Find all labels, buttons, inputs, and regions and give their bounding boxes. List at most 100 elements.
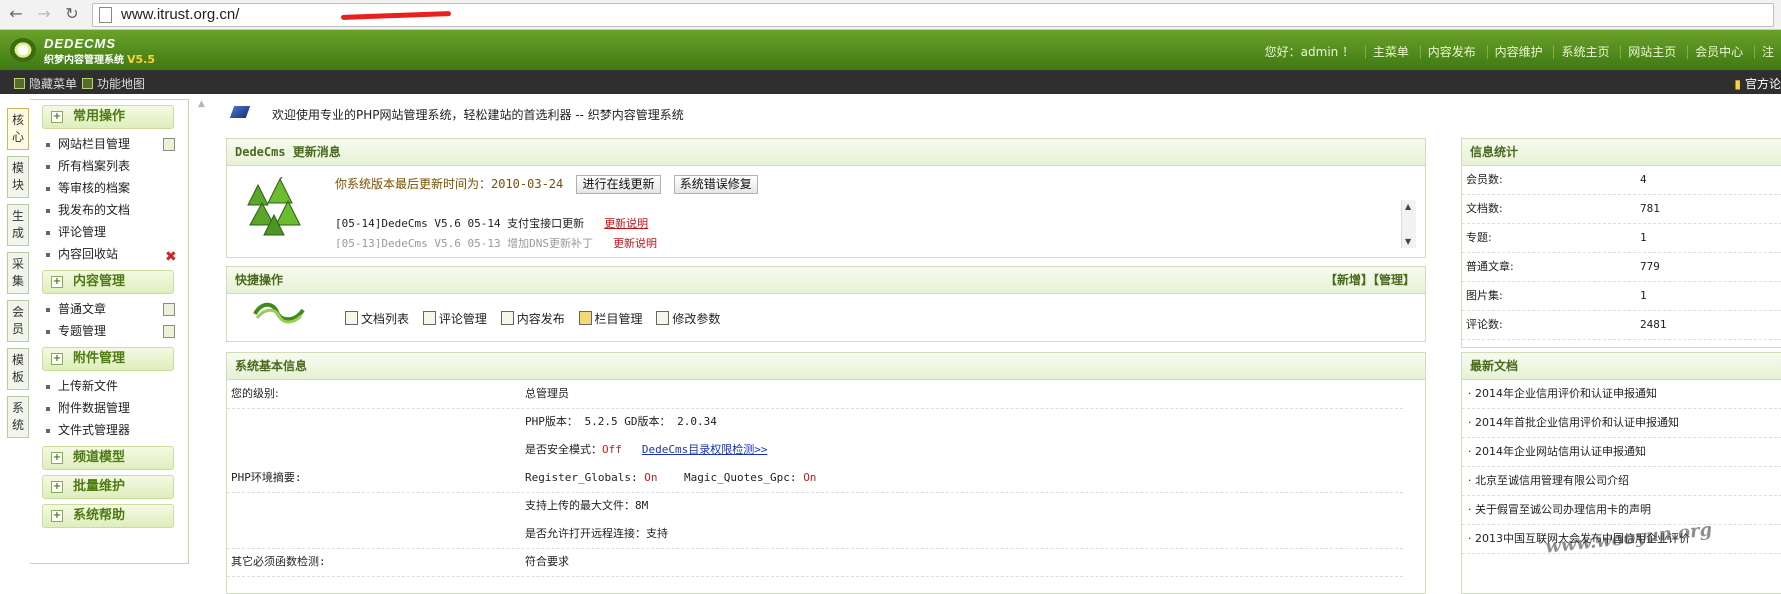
quick-link-doc-list[interactable]: 文档列表 [345, 311, 409, 326]
latest-docs-panel: 最新文档 · 2014年企业信用评价和认证申报通知 · 2014年首批企业信用评… [1461, 352, 1781, 594]
stat-galleries: 图片集: 1 [1462, 282, 1781, 311]
hide-menu-icon [14, 78, 25, 89]
online-update-button[interactable]: 进行在线更新 [576, 175, 661, 194]
redaction-mark [340, 11, 452, 20]
permission-check-link[interactable]: DedeCms目录权限检测>> [642, 443, 768, 456]
hide-menu-button[interactable]: 隐藏菜单 [14, 75, 77, 92]
forward-arrow-icon[interactable]: → [34, 4, 54, 24]
nav-member-center[interactable]: 会员中心 [1687, 45, 1751, 59]
menu-group-batch[interactable]: + 批量维护 [42, 475, 174, 499]
logo-version: V5.5 [127, 53, 155, 66]
quick-manage-link[interactable]: 【管理】 [1373, 273, 1415, 287]
add-icon[interactable] [163, 138, 175, 151]
update-panel-title: DedeCms 更新消息 [227, 139, 1425, 166]
scroll-down-icon[interactable]: ▼ [1405, 237, 1411, 246]
delete-icon[interactable]: ✖ [165, 246, 177, 268]
nav-main-menu[interactable]: 主菜单 [1364, 45, 1416, 59]
menu-item-pending-archives[interactable]: 等审核的档案 [46, 177, 188, 199]
tab-member[interactable]: 会员 [7, 300, 29, 342]
menu-item-column-manage[interactable]: 网站栏目管理 [46, 133, 188, 155]
site-map-button[interactable]: 功能地图 [82, 75, 145, 92]
info-row-safe-mode: 是否安全模式：Off DedeCms目录权限检测>> [525, 443, 768, 456]
browser-toolbar: ← → ↻ www.itrust.org.cn/ [0, 0, 1781, 30]
reload-icon[interactable]: ↻ [62, 4, 82, 24]
signal-icon: ▮ [1734, 77, 1741, 91]
menu-item-article[interactable]: 普通文章 [46, 298, 188, 320]
tab-generate[interactable]: 生成 [7, 204, 29, 246]
nav-system-home[interactable]: 系统主页 [1553, 45, 1617, 59]
menu-group-channel-model[interactable]: + 频道模型 [42, 446, 174, 470]
menu-item-all-archives[interactable]: 所有档案列表 [46, 155, 188, 177]
top-navigation: 您好：admin ！ 主菜单 内容发布 内容维护 系统主页 网站主页 会员中心 … [1258, 43, 1781, 60]
menu-item-upload[interactable]: 上传新文件 [46, 375, 188, 397]
update-panel: DedeCms 更新消息 你系统版本最后更新时间为：2010-03-24 进行在… [226, 138, 1426, 258]
menu-item-topic[interactable]: 专题管理 [46, 320, 188, 342]
menu-item-comments[interactable]: 评论管理 [46, 221, 188, 243]
nav-site-home[interactable]: 网站主页 [1620, 45, 1684, 59]
tab-collect[interactable]: 采集 [7, 252, 29, 294]
latest-doc-item[interactable]: · 关于假冒至诚公司办理信用卡的声明 [1462, 496, 1781, 525]
latest-doc-item[interactable]: · 2014年企业信用评价和认证申报通知 [1462, 380, 1781, 409]
menu-group-attachment[interactable]: + 附件管理 [42, 347, 174, 371]
logo-icon [10, 38, 36, 62]
news-detail-link[interactable]: 更新说明 [604, 217, 648, 230]
sub-toolbar: 隐藏菜单 功能地图 ▮ 官方论 [0, 70, 1781, 94]
quick-link-content-publish[interactable]: 内容发布 [500, 311, 565, 326]
nav-more[interactable]: 注 [1753, 45, 1781, 59]
news-item: [05-13]DedeCms V5.6 05-13 增加DNS更新补丁 更新说明 [335, 237, 658, 248]
back-arrow-icon[interactable]: ← [6, 4, 26, 24]
pen-icon [500, 311, 514, 325]
quick-actions: 【新增】【管理】 [1325, 267, 1415, 293]
stat-topics: 专题: 1 [1462, 224, 1781, 253]
menu-group-help[interactable]: + 系统帮助 [42, 504, 174, 528]
menu-item-recycle-bin[interactable]: 内容回收站 ✖ [46, 243, 188, 265]
menu-item-attachment-data[interactable]: 附件数据管理 [46, 397, 188, 419]
quick-panel: 快捷操作 【新增】【管理】 文档列表 评论管理 内容发布 栏目管理 修改参数 [226, 266, 1426, 342]
book-icon [229, 106, 251, 118]
menu-collapse-toggle[interactable]: ▲ [198, 99, 205, 109]
latest-doc-item[interactable]: · 2014年企业网站信用认证申报通知 [1462, 438, 1781, 467]
quick-link-column-manage[interactable]: 栏目管理 [578, 311, 643, 326]
add-icon[interactable] [163, 303, 175, 316]
dedecms-logo[interactable]: DEDECMS 织梦内容管理系统 V5.5 [10, 36, 170, 66]
quick-link-comment-manage[interactable]: 评论管理 [422, 311, 487, 326]
menu-item-file-manager[interactable]: 文件式管理器 [46, 419, 188, 441]
menu-group-content[interactable]: + 内容管理 [42, 270, 174, 294]
cms-header: DEDECMS 织梦内容管理系统 V5.5 您好：admin ！ 主菜单 内容发布… [0, 30, 1781, 70]
tab-core[interactable]: 核心 [7, 108, 29, 150]
tab-module[interactable]: 模块 [7, 156, 29, 198]
update-notice: 你系统版本最后更新时间为：2010-03-24 进行在线更新 系统错误修复 [335, 175, 758, 194]
menu-group-common[interactable]: + 常用操作 [42, 105, 174, 129]
quick-links: 文档列表 评论管理 内容发布 栏目管理 修改参数 [345, 310, 730, 327]
latest-docs-title: 最新文档 [1462, 353, 1781, 380]
tab-template[interactable]: 模板 [7, 348, 29, 390]
quick-swirl-icon [253, 302, 305, 324]
news-scroll-area[interactable]: [05-14]DedeCms V5.6 05-14 支付宝接口更新 更新说明 [0… [335, 200, 1401, 248]
quick-link-edit-params[interactable]: 修改参数 [656, 311, 720, 326]
address-bar[interactable]: www.itrust.org.cn/ [92, 3, 1774, 27]
news-detail-link[interactable]: 更新说明 [613, 237, 657, 248]
info-row-functions: 其它必须函数检测: 符合要求 [227, 548, 1403, 577]
tab-system[interactable]: 系统 [7, 396, 29, 438]
greeting: 您好：admin ！ [1264, 45, 1355, 59]
expand-icon: + [51, 111, 63, 123]
latest-doc-item[interactable]: · 北京至诚信用管理有限公司介绍 [1462, 467, 1781, 496]
expand-icon: + [51, 276, 63, 288]
url-text: www.itrust.org.cn/ [121, 6, 240, 23]
news-scrollbar[interactable]: ▲ ▼ [1401, 200, 1416, 248]
latest-doc-item[interactable]: · 2014年首批企业信用评价和认证申报通知 [1462, 409, 1781, 438]
expand-icon: + [51, 353, 63, 365]
nav-content-maintain[interactable]: 内容维护 [1486, 45, 1550, 59]
wrench-icon [656, 311, 670, 325]
system-fix-button[interactable]: 系统错误修复 [673, 175, 758, 194]
nav-content-publish[interactable]: 内容发布 [1419, 45, 1483, 59]
left-menu: + 常用操作 网站栏目管理 所有档案列表 等审核的档案 我发布的文档 评论管理 内… [30, 99, 189, 564]
stat-comments: 评论数: 2481 [1462, 311, 1781, 340]
logo-title: DEDECMS [44, 36, 117, 51]
scroll-up-icon[interactable]: ▲ [1405, 202, 1411, 211]
quick-add-link[interactable]: 【新增】 [1325, 273, 1373, 287]
official-forum-link[interactable]: ▮ 官方论 [1734, 75, 1781, 92]
stat-members: 会员数: 4 [1462, 166, 1781, 195]
menu-item-my-docs[interactable]: 我发布的文档 [46, 199, 188, 221]
add-icon[interactable] [163, 325, 175, 338]
